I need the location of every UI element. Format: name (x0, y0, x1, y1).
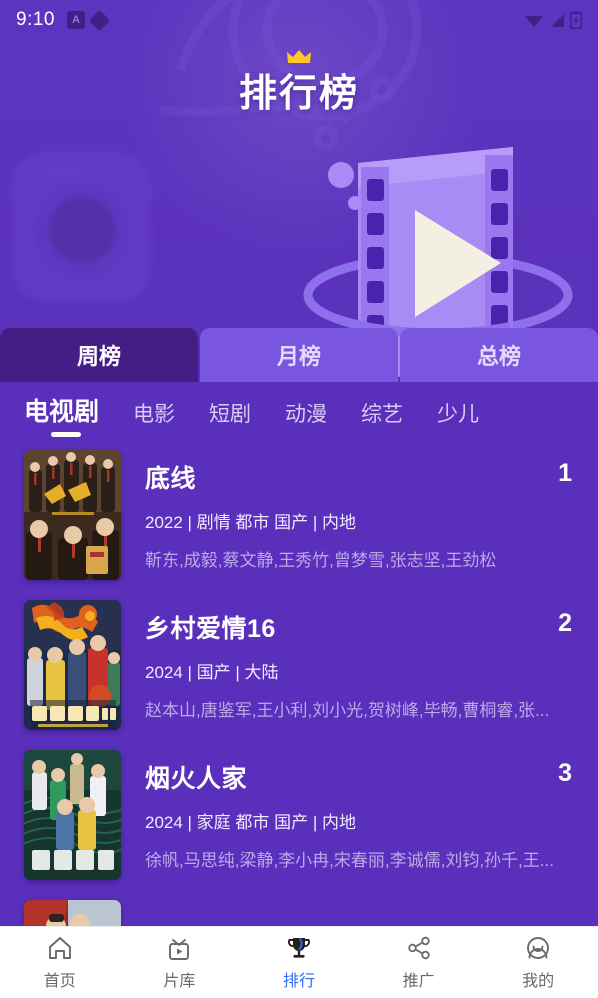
list-item[interactable]: 底线 1 2022 | 剧情 都市 国产 | 内地 靳东,成毅,蔡文静,王秀竹,… (0, 440, 598, 590)
list-item[interactable]: 烟火人家 3 2024 | 家庭 都市 国产 | 内地 徐帆,马思纯,梁静,李小… (0, 740, 598, 890)
category-tab-kids[interactable]: 少儿 (420, 398, 496, 440)
battery-charging-icon (570, 11, 582, 29)
camera-3d-icon (12, 152, 152, 302)
list-item-header: 底线 1 (145, 459, 572, 495)
list-item-meta: 2024 | 家庭 都市 国产 | 内地 (145, 813, 356, 832)
crown-icon (287, 50, 311, 63)
person-icon (527, 937, 550, 959)
category-tab-movie[interactable]: 电影 (116, 398, 192, 440)
bottom-navigation: 首页 片库 排行 推广 我的 (0, 926, 598, 998)
trophy-icon (288, 938, 310, 958)
status-time: 9:10 (16, 9, 55, 30)
list-item[interactable]: 乡村爱情16 2 2024 | 国产 | 大陆 赵本山,唐鉴军,王小利,刘小光,… (0, 590, 598, 740)
header-banner: 9:10 A 排行榜 周榜 月榜 总榜 (0, 0, 598, 382)
poster-dixian[interactable] (24, 450, 121, 580)
nav-item-promote[interactable]: 推广 (359, 934, 479, 991)
list-item-meta: 2024 | 国产 | 大陆 (145, 663, 279, 682)
tv-icon (169, 939, 190, 960)
signal-icon (551, 14, 564, 27)
nav-item-ranking[interactable]: 排行 (239, 934, 359, 991)
nav-item-home[interactable]: 首页 (0, 934, 120, 991)
content-area: 电视剧 电影 短剧 动漫 综艺 少儿 底线 1 2022 | 剧情 都市 国产 … (0, 382, 598, 926)
tab-monthly[interactable]: 月榜 (200, 328, 398, 382)
nav-label-profile: 我的 (522, 973, 555, 990)
list-item-body: 烟火人家 3 2024 | 家庭 都市 国产 | 内地 徐帆,马思纯,梁静,李小… (121, 759, 582, 871)
list-item-cast: 徐帆,马思纯,梁静,李小冉,宋春丽,李诚儒,刘钧,孙千,王... (145, 851, 554, 870)
list-item-rank: 3 (558, 759, 572, 787)
status-bar: 9:10 A (0, 0, 598, 40)
tab-weekly[interactable]: 周榜 (0, 328, 198, 382)
nav-label-promote: 推广 (402, 973, 435, 990)
category-tab-anime[interactable]: 动漫 (268, 398, 344, 440)
period-tabs[interactable]: 周榜 月榜 总榜 (0, 328, 598, 382)
list-item-header: 乡村爱情16 2 (145, 609, 572, 645)
poster-gongxun[interactable] (24, 900, 121, 926)
status-right-icons (524, 11, 582, 29)
list-item-body: 底线 1 2022 | 剧情 都市 国产 | 内地 靳东,成毅,蔡文静,王秀竹,… (121, 459, 582, 571)
list-item-title: 底线 (145, 465, 197, 493)
nav-label-library: 片库 (163, 973, 196, 990)
wifi-icon (525, 16, 543, 27)
app-badge-icon: A (66, 11, 85, 29)
list-item-title: 烟火人家 (145, 765, 248, 793)
page-title-text: 排行榜 (238, 73, 359, 115)
list-item[interactable]: 功勋 4 (0, 890, 598, 926)
home-icon (48, 937, 71, 959)
nav-item-library[interactable]: 片库 (120, 934, 240, 991)
list-item-meta: 2022 | 剧情 都市 国产 | 内地 (145, 513, 356, 532)
list-item-rank: 1 (558, 459, 572, 487)
poster-yanhuorenjia[interactable] (24, 750, 121, 880)
list-item-body: 乡村爱情16 2 2024 | 国产 | 大陆 赵本山,唐鉴军,王小利,刘小光,… (121, 609, 582, 721)
category-tab-shortdrama[interactable]: 短剧 (192, 398, 268, 440)
list-item-rank: 2 (558, 609, 572, 637)
category-tab-tv[interactable]: 电视剧 (16, 392, 116, 440)
poster-xiangcunaiqing16[interactable] (24, 600, 121, 730)
share-icon (407, 936, 430, 960)
nav-item-profile[interactable]: 我的 (478, 934, 598, 991)
tab-alltime[interactable]: 总榜 (400, 328, 598, 382)
nav-label-home: 首页 (43, 973, 76, 990)
page-title: 排行榜 (0, 50, 598, 117)
category-tabs[interactable]: 电视剧 电影 短剧 动漫 综艺 少儿 (0, 382, 598, 440)
category-tab-variety[interactable]: 综艺 (344, 398, 420, 440)
list-item-cast: 靳东,成毅,蔡文静,王秀竹,曾梦雪,张志坚,王劲松 (145, 551, 497, 570)
nav-label-ranking: 排行 (282, 973, 315, 990)
ranking-list: 底线 1 2022 | 剧情 都市 国产 | 内地 靳东,成毅,蔡文静,王秀竹,… (0, 440, 598, 926)
diamond-icon (88, 9, 111, 32)
list-item-cast: 赵本山,唐鉴军,王小利,刘小光,贺树峰,毕畅,曹桐睿,张... (145, 701, 550, 720)
list-item-header: 烟火人家 3 (145, 759, 572, 795)
list-item-title: 乡村爱情16 (145, 615, 276, 643)
